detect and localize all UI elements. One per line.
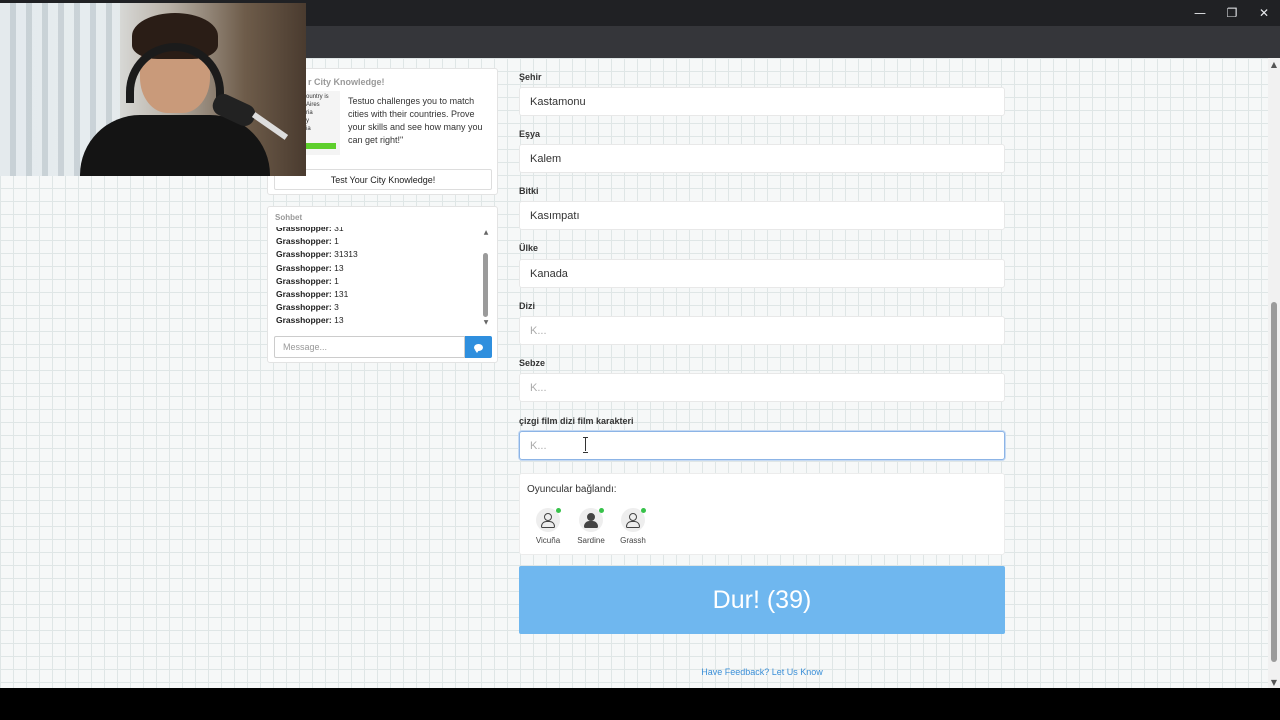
chat-message-text: 31	[331, 227, 344, 233]
chat-panel: Sohbet Grasshopper: 31 Grasshopper: 1 Gras…	[267, 206, 498, 363]
chat-title: Sohbet	[275, 213, 303, 222]
chat-message: Grasshopper: 31	[276, 227, 481, 235]
chat-message-text: 13	[331, 262, 344, 273]
chat-message-text: 13	[331, 315, 344, 326]
field-input-bitki[interactable]: Kasımpatı	[519, 201, 1005, 230]
players-panel: Oyuncular bağlandı: Vicuña Sardine Grass…	[519, 473, 1005, 555]
chat-message-user: Grasshopper:	[276, 275, 332, 286]
ad-description: Testuo challenges you to match cities wi…	[348, 96, 483, 145]
speech-bubble-icon	[474, 343, 483, 353]
chat-message: Grasshopper: 13	[276, 262, 481, 275]
online-status-icon	[641, 508, 646, 513]
bottom-bar	[0, 688, 1280, 720]
player-item: Grassh	[613, 508, 653, 545]
chat-scroll-up-icon[interactable]: ▲	[481, 229, 491, 237]
window-controls: — ❐ ✕	[1184, 0, 1280, 26]
chat-message-user: Grasshopper:	[276, 262, 332, 273]
field-input-esya[interactable]: Kalem	[519, 144, 1005, 173]
ad-thumbnail-text: ountry is Aires ria y ia	[306, 94, 329, 132]
field-label-sebze: Sebze	[519, 358, 546, 368]
field-label-ulke: Ülke	[519, 243, 539, 253]
field-input-sehir[interactable]: Kastamonu	[519, 87, 1005, 116]
chat-message-text: 31313	[331, 249, 358, 260]
chat-message-user: Grasshopper:	[276, 249, 332, 260]
ad-thumbnail[interactable]: ountry is Aires ria y ia	[306, 91, 340, 155]
text-cursor-icon	[583, 437, 589, 453]
chat-log[interactable]: Grasshopper: 31 Grasshopper: 1 Grasshopper…	[276, 227, 481, 327]
chat-message-input[interactable]: Message...	[274, 336, 465, 358]
player-name: Grassh	[620, 536, 646, 545]
field-label-dizi: Dizi	[519, 301, 536, 311]
field-input-sebze[interactable]: K...	[519, 373, 1005, 402]
chat-message: Grasshopper: 1	[276, 275, 481, 288]
chat-message-user: Grasshopper:	[276, 315, 332, 326]
chat-message-user: Grasshopper:	[276, 227, 332, 233]
mic-arm	[251, 112, 289, 140]
ad-title: r City Knowledge!	[308, 77, 385, 87]
scroll-down-icon[interactable]: ▼	[1268, 676, 1280, 688]
user-icon	[536, 508, 561, 532]
player-item: Sardine	[571, 508, 611, 545]
online-status-icon	[599, 508, 604, 513]
chat-message-text: 1	[331, 275, 339, 286]
chat-message: Grasshopper: 1	[276, 235, 481, 248]
chat-message: Grasshopper: 3	[276, 301, 481, 314]
chat-message: Grasshopper: 31313	[276, 248, 481, 261]
online-status-icon	[556, 508, 561, 513]
field-label-esya: Eşya	[519, 129, 541, 139]
chat-message-text: 1	[331, 236, 339, 247]
chat-scrollbar[interactable]: ▲ ▼	[481, 229, 491, 327]
chat-message: Grasshopper: 13	[276, 314, 481, 327]
chat-message: Grasshopper: 131	[276, 288, 481, 301]
field-label-cizgi-film: çizgi film dizi film karakteri	[519, 416, 634, 426]
chat-send-button[interactable]	[465, 336, 492, 358]
players-title: Oyuncular bağlandı:	[527, 484, 617, 495]
test-city-knowledge-button[interactable]: Test Your City Knowledge!	[274, 169, 492, 190]
field-label-bitki: Bitki	[519, 186, 539, 196]
restore-icon[interactable]: ❐	[1216, 0, 1248, 26]
scroll-thumb[interactable]	[1271, 302, 1277, 662]
close-icon[interactable]: ✕	[1248, 0, 1280, 26]
chat-scroll-down-icon[interactable]: ▼	[481, 319, 491, 327]
scroll-up-icon[interactable]: ▲	[1268, 58, 1280, 70]
field-input-ulke[interactable]: Kanada	[519, 259, 1005, 288]
player-name: Sardine	[577, 536, 605, 545]
field-input-cizgi-film[interactable]: K...	[519, 431, 1005, 460]
minimize-icon[interactable]: —	[1184, 0, 1216, 26]
field-input-dizi[interactable]: K...	[519, 316, 1005, 345]
chat-message-text: 131	[331, 288, 349, 299]
feedback-link[interactable]: Have Feedback? Let Us Know	[519, 667, 1005, 677]
chat-message-user: Grasshopper:	[276, 288, 332, 299]
player-item: Vicuña	[528, 508, 568, 545]
chat-message-user: Grasshopper:	[276, 236, 332, 247]
chat-message-user: Grasshopper:	[276, 302, 332, 313]
chat-message-text: 3	[331, 302, 339, 313]
player-name: Vicuña	[535, 536, 561, 545]
field-label-sehir: Şehir	[519, 72, 542, 82]
webcam-overlay	[0, 3, 306, 176]
chat-scroll-thumb[interactable]	[483, 253, 488, 317]
ad-thumbnail-bar	[306, 143, 336, 149]
stop-button[interactable]: Dur! (39)	[519, 566, 1005, 634]
user-icon	[621, 508, 646, 532]
page-scrollbar[interactable]: ▲ ▼	[1268, 58, 1280, 688]
user-icon	[579, 508, 604, 532]
